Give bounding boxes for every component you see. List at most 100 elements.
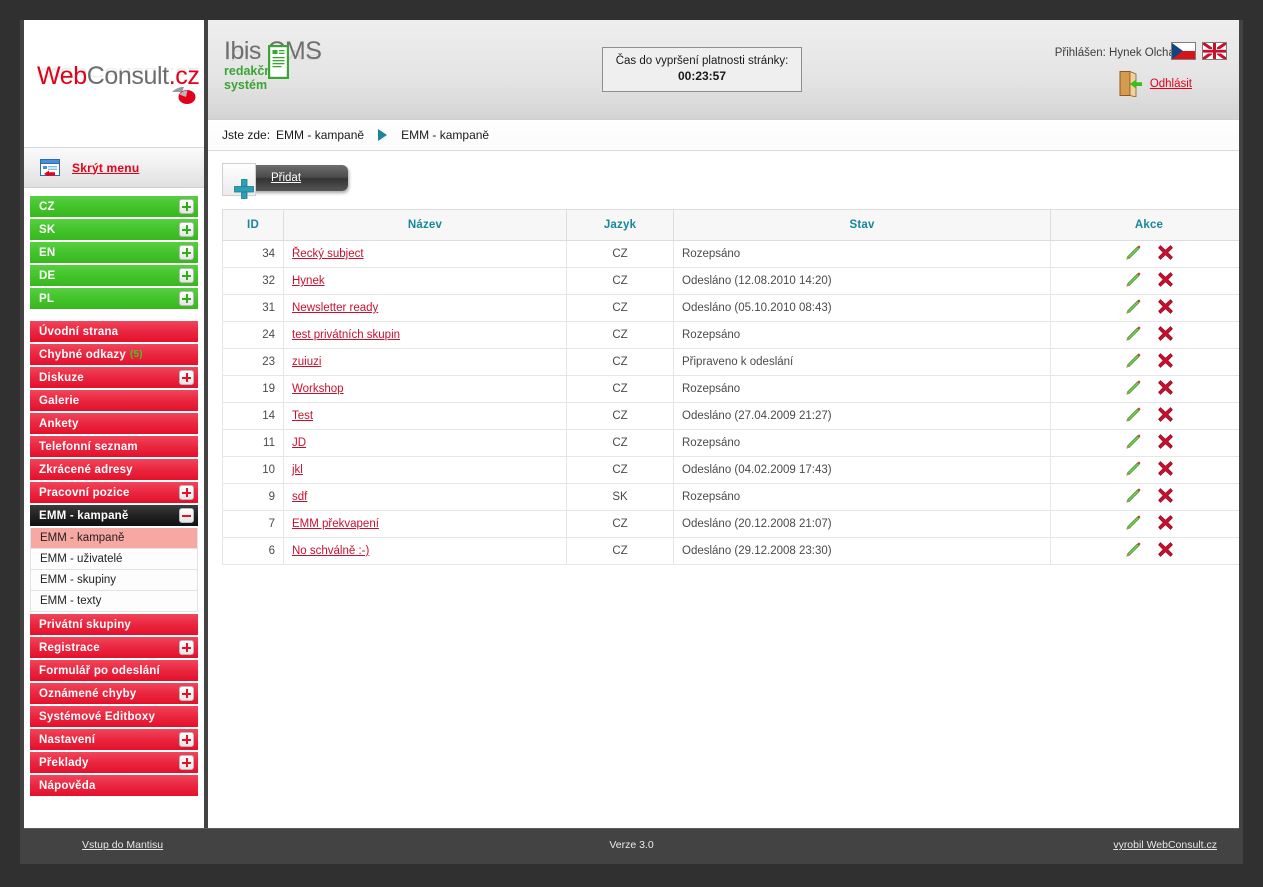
campaign-link[interactable]: Newsletter ready [292,302,378,314]
sidebar-item-systemove-editboxy[interactable]: Systémové Editboxy [30,706,198,727]
expand-toggle-icon[interactable] [179,732,194,747]
campaign-link[interactable]: sdf [292,491,307,503]
row-actions [1125,514,1173,531]
campaign-link[interactable]: No schválně :-) [292,545,369,557]
flag-cz-icon[interactable] [1171,42,1196,60]
sidebar-subitem-emm-skupiny[interactable]: EMM - skupiny [30,570,198,591]
sidebar-item-nastaveni[interactable]: Nastavení [30,729,198,750]
delete-x-icon[interactable] [1158,542,1173,557]
sidebar-item-privatni-skupiny[interactable]: Privátní skupiny [30,614,198,635]
delete-x-icon[interactable] [1158,353,1173,368]
edit-pencil-icon[interactable] [1125,298,1142,315]
cell-lang: CZ [566,375,674,403]
hide-menu-button[interactable]: Skrýt menu [24,148,204,188]
cell-actions [1050,402,1239,430]
flag-en-icon[interactable] [1202,42,1227,60]
table-row: 11 JD CZ Rozepsáno [222,429,1239,457]
sidebar-item-cz[interactable]: CZ [30,196,198,217]
column-header-lang[interactable]: Jazyk [566,209,674,241]
cell-lang: CZ [566,456,674,484]
logout-link[interactable]: Odhlásit [1150,78,1192,90]
sidebar-item-zkracene-adresy[interactable]: Zkrácené adresy [30,459,198,480]
campaign-link[interactable]: Workshop [292,383,344,395]
expand-toggle-icon[interactable] [179,268,194,283]
delete-x-icon[interactable] [1158,515,1173,530]
edit-pencil-icon[interactable] [1125,352,1142,369]
sidebar-item-ankety[interactable]: Ankety [30,413,198,434]
breadcrumb-item-1[interactable]: EMM - kampaně [276,128,364,142]
column-header-name[interactable]: Název [283,209,567,241]
cell-actions [1050,510,1239,538]
delete-x-icon[interactable] [1158,488,1173,503]
delete-x-icon[interactable] [1158,434,1173,449]
delete-x-icon[interactable] [1158,461,1173,476]
column-header-state[interactable]: Stav [673,209,1051,241]
edit-pencil-icon[interactable] [1125,460,1142,477]
expand-toggle-icon[interactable] [179,755,194,770]
cell-id: 10 [222,456,284,484]
campaign-link[interactable]: zuiuzi [292,356,321,368]
edit-pencil-icon[interactable] [1125,514,1142,531]
delete-x-icon[interactable] [1158,245,1173,260]
campaign-link[interactable]: Řecký subject [292,248,364,260]
add-button-surface[interactable]: Přidat [246,165,348,191]
sidebar-item-telefonni-seznam[interactable]: Telefonní seznam [30,436,198,457]
delete-x-icon[interactable] [1158,380,1173,395]
delete-x-icon[interactable] [1158,407,1173,422]
expand-toggle-icon[interactable] [179,291,194,306]
sidebar-item-registrace[interactable]: Registrace [30,637,198,658]
sidebar-item-diskuze[interactable]: Diskuze [30,367,198,388]
sidebar-subitem-emm-texty[interactable]: EMM - texty [30,591,198,612]
sidebar-item-pracovni-pozice[interactable]: Pracovní pozice [30,482,198,503]
footer: Vstup do Mantisu Verze 3.0 vyrobil WebCo… [24,828,1239,861]
cell-id: 7 [222,510,284,538]
edit-pencil-icon[interactable] [1125,271,1142,288]
sidebar-item-pl[interactable]: PL [30,288,198,309]
sidebar-subitem-emm-kampane[interactable]: EMM - kampaně [30,528,198,549]
logout-area[interactable]: Odhlásit [1117,70,1192,97]
sidebar-subitem-label: EMM - texty [40,595,102,607]
edit-pencil-icon[interactable] [1125,244,1142,261]
edit-pencil-icon[interactable] [1125,541,1142,558]
sidebar-subitem-label: EMM - kampaně [40,532,125,544]
edit-pencil-icon[interactable] [1125,433,1142,450]
sidebar-item-napoveda[interactable]: Nápověda [30,775,198,796]
campaign-link[interactable]: EMM překvapení [292,518,379,530]
edit-pencil-icon[interactable] [1125,406,1142,423]
expand-toggle-icon[interactable] [179,485,194,500]
delete-x-icon[interactable] [1158,299,1173,314]
campaign-link[interactable]: Test [292,410,313,422]
sidebar-item-en[interactable]: EN [30,242,198,263]
column-header-id[interactable]: ID [222,209,284,241]
sidebar-item-emm-kampane-group[interactable]: EMM - kampaně [30,505,198,526]
edit-pencil-icon[interactable] [1125,379,1142,396]
cell-state: Rozepsáno [673,321,1051,349]
expand-toggle-icon[interactable] [179,640,194,655]
sidebar-item-de[interactable]: DE [30,265,198,286]
sidebar-item-sk[interactable]: SK [30,219,198,240]
add-button[interactable]: Přidat [222,163,348,199]
sidebar-item-preklady[interactable]: Překlady [30,752,198,773]
sidebar-item-chybne-odkazy[interactable]: Chybné odkazy (5) [30,344,198,365]
delete-x-icon[interactable] [1158,326,1173,341]
campaign-link[interactable]: Hynek [292,275,325,287]
sidebar-item-galerie[interactable]: Galerie [30,390,198,411]
sidebar-item-oznamene-chyby[interactable]: Oznámené chyby [30,683,198,704]
sidebar-subitem-emm-uzivatele[interactable]: EMM - uživatelé [30,549,198,570]
expand-toggle-icon[interactable] [179,370,194,385]
sidebar-item-formular-po-odeslani[interactable]: Formulář po odeslání [30,660,198,681]
footer-author-link[interactable]: vyrobil WebConsult.cz [1113,839,1217,851]
expand-toggle-icon[interactable] [179,245,194,260]
expand-toggle-icon[interactable] [179,222,194,237]
collapse-toggle-icon[interactable] [179,508,194,523]
delete-x-icon[interactable] [1158,272,1173,287]
sidebar-item-uvodni-strana[interactable]: Úvodní strana [30,321,198,342]
campaign-link[interactable]: JD [292,437,306,449]
edit-pencil-icon[interactable] [1125,325,1142,342]
campaign-link[interactable]: jkl [292,464,303,476]
edit-pencil-icon[interactable] [1125,487,1142,504]
cell-actions [1050,348,1239,376]
expand-toggle-icon[interactable] [179,199,194,214]
expand-toggle-icon[interactable] [179,686,194,701]
campaign-link[interactable]: test privátních skupin [292,329,400,341]
